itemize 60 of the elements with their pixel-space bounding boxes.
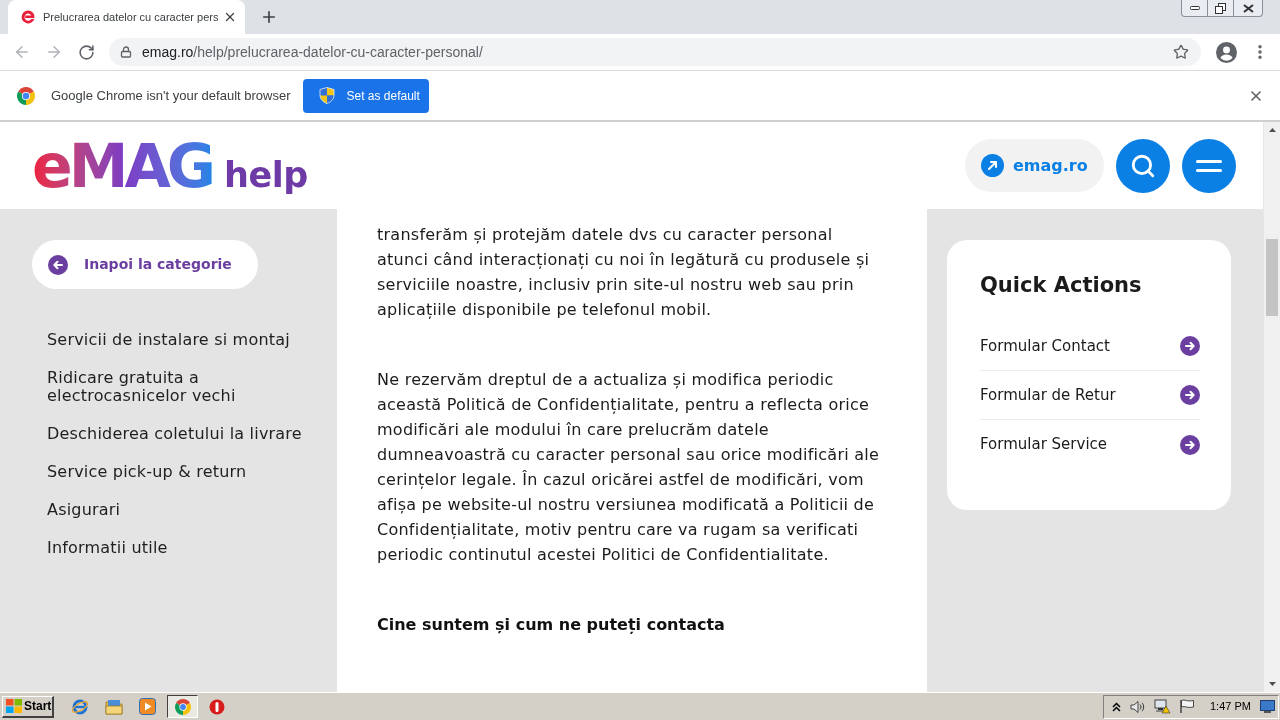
show-desktop-icon[interactable] xyxy=(1260,700,1275,713)
chrome-logo-icon xyxy=(17,86,35,105)
section-heading: Cine suntem și cum ne puteți contacta xyxy=(377,614,726,636)
set-default-button[interactable]: Set as default xyxy=(303,78,430,113)
url-text: emag.ro/help/prelucrarea-datelor-cu-caracter-personal/ xyxy=(142,42,483,62)
shield-icon xyxy=(319,87,336,104)
sidebar-link[interactable]: Servicii de instalare si montaj xyxy=(47,331,290,349)
quick-action-link[interactable]: Formular Service xyxy=(980,420,1200,469)
tab-title: Prelucrarea datelor cu caracter pers xyxy=(43,9,219,25)
caret-down-icon xyxy=(1268,682,1276,686)
taskbar-window-button[interactable] xyxy=(167,695,198,718)
app-shortcut-icon[interactable] xyxy=(209,698,225,715)
clock-time[interactable]: 1:47 PM xyxy=(1210,698,1251,715)
sidebar-link[interactable]: Ridicare gratuita a electrocasnicelor vechi xyxy=(47,369,309,405)
sidebar-link[interactable]: Deschiderea coletului la livrare xyxy=(47,425,302,443)
windows-logo-icon xyxy=(6,699,22,713)
chrome-icon xyxy=(174,698,191,715)
menu-icon xyxy=(1196,159,1222,172)
arrow-right-icon xyxy=(1180,336,1200,356)
sidebar-link[interactable]: Informatii utile xyxy=(47,539,168,557)
speaker-icon[interactable] xyxy=(1130,699,1146,714)
favicon-icon xyxy=(20,9,36,25)
arrow-right-icon xyxy=(1180,434,1200,455)
logo-help-label: help xyxy=(224,154,308,195)
restore-icon xyxy=(1215,2,1226,14)
quick-action-link[interactable]: Formular de Retur xyxy=(980,371,1200,420)
folder-icon[interactable] xyxy=(105,698,123,715)
media-player-icon[interactable] xyxy=(139,698,156,715)
lock-icon xyxy=(120,46,132,58)
network-icon[interactable] xyxy=(1154,698,1171,715)
address-bar[interactable]: emag.ro/help/prelucrarea-datelor-cu-caracter-personal/ xyxy=(109,38,1201,66)
arrow-up-right-icon xyxy=(981,154,1004,177)
minimize-icon xyxy=(1189,6,1200,10)
site-link[interactable]: emag.ro xyxy=(965,139,1104,192)
reload-icon[interactable] xyxy=(78,43,95,61)
back-to-category-button[interactable]: Inapoi la categorie xyxy=(32,240,258,289)
article-paragraph: Ne rezervăm dreptul de a actualiza și modifica periodic această Politică de Confidențialitate, pentru a reflecta orice modificări ale modului în care prelucrăm datele dumneavoastră cu caracter personal sau orice modificări ale cerințelor legale. În cazul oricărei astfel de modificări, vom afișa pe website-ul nostru versiunea modificată a Politicii de Confidențialitate, motiv pentru care va rugam sa verificati periodic continutul acestei Politici de Confidentialitate. xyxy=(377,369,881,566)
browser-globe-icon[interactable] xyxy=(71,697,89,716)
default-browser-message: Google Chrome isn't your default browser xyxy=(51,86,291,105)
start-button[interactable]: Start xyxy=(2,695,54,718)
scrollbar-thumb[interactable] xyxy=(1266,239,1278,316)
card-title: Quick Actions xyxy=(980,272,1143,299)
show-hidden-icons-icon[interactable] xyxy=(1112,701,1121,712)
profile-icon[interactable] xyxy=(1216,41,1237,63)
search-button[interactable] xyxy=(1116,138,1170,193)
bookmark-star-icon[interactable] xyxy=(1173,44,1189,60)
flag-icon[interactable] xyxy=(1179,699,1195,714)
search-icon xyxy=(1130,152,1156,179)
arrow-left-icon xyxy=(48,254,68,275)
close-tab-icon[interactable] xyxy=(223,10,237,24)
sidebar-link[interactable]: Asigurari xyxy=(47,501,121,519)
sidebar-link[interactable]: Service pick-up & return xyxy=(47,463,247,481)
caret-up-icon xyxy=(1268,128,1276,132)
new-tab-icon[interactable] xyxy=(260,8,278,26)
arrow-right-icon xyxy=(1180,385,1200,405)
browser-tab[interactable]: Prelucrarea datelor cu caracter pers xyxy=(8,0,245,34)
quick-action-link[interactable]: Formular Contact xyxy=(980,322,1200,371)
menu-button[interactable] xyxy=(1182,138,1236,193)
article-paragraph: transferăm și protejăm datele dvs cu caracter personal atunci când interacționați cu noi în legătură cu produsele și serviciile noastre, inclusiv prin site-ul nostru web sau prin aplicațiile disponibile pe telefonul mobil. xyxy=(377,224,871,321)
close-icon xyxy=(1242,3,1254,13)
